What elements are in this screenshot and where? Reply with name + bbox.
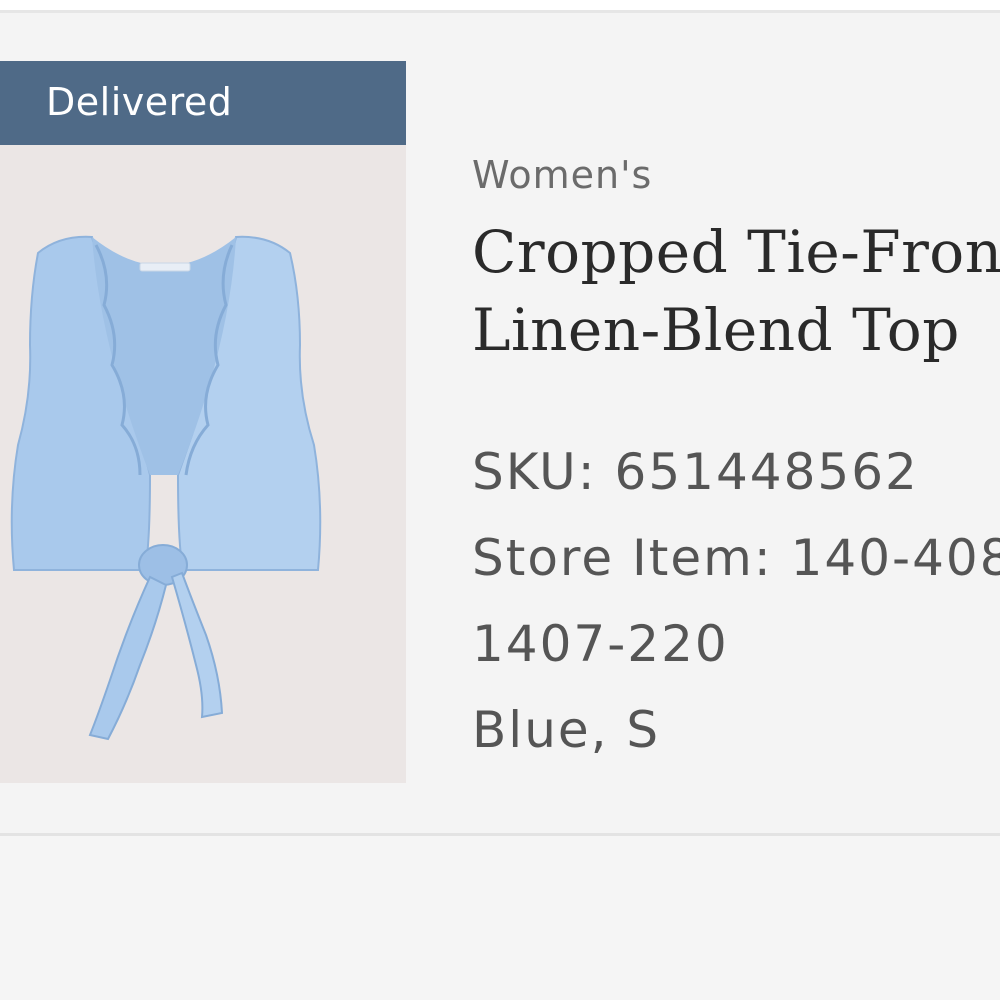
item-details: Women's Cropped Tie-Front Linen-Blend To… bbox=[472, 13, 1000, 833]
sku-number: SKU: 651448562 bbox=[472, 443, 919, 501]
status-badge: Delivered bbox=[0, 61, 406, 145]
top-divider bbox=[0, 0, 1000, 13]
product-image[interactable] bbox=[0, 145, 406, 783]
product-title[interactable]: Cropped Tie-Front Linen-Blend Top bbox=[472, 213, 1000, 369]
style-code: 1407-220 bbox=[472, 615, 729, 673]
tie-front-top-illustration bbox=[10, 235, 322, 741]
color-size: Blue, S bbox=[472, 701, 661, 759]
status-label: Delivered bbox=[46, 80, 233, 124]
product-title-line2: Linen-Blend Top bbox=[472, 296, 960, 364]
product-title-line1: Cropped Tie-Front bbox=[472, 218, 1000, 286]
product-category: Women's bbox=[472, 153, 653, 197]
order-item-card[interactable]: Delivered Women's Cropped Tie-Front Line… bbox=[0, 13, 1000, 836]
store-item-number: Store Item: 140-408 bbox=[472, 529, 1000, 587]
